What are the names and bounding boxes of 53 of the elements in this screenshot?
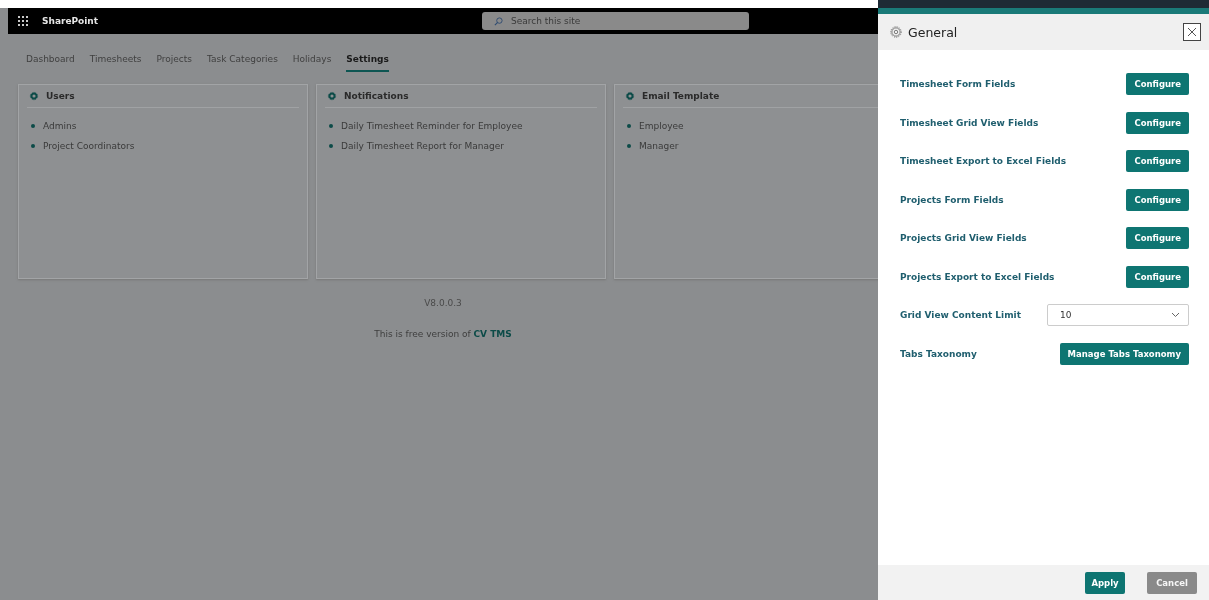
field-label: Grid View Content Limit: [900, 310, 1021, 321]
field-label: Projects Form Fields: [900, 194, 1004, 205]
field-label: Projects Grid View Fields: [900, 233, 1027, 244]
panel-title: General: [908, 24, 958, 40]
close-button[interactable]: [1183, 23, 1201, 41]
configure-button[interactable]: Configure: [1126, 150, 1189, 173]
apply-button[interactable]: Apply: [1085, 571, 1125, 594]
configure-button[interactable]: Configure: [1126, 111, 1189, 134]
bullet-icon: [31, 144, 35, 148]
product-link[interactable]: CV TMS: [473, 329, 512, 339]
app-name[interactable]: SharePoint: [42, 16, 99, 26]
field-label: Timesheet Form Fields: [900, 79, 1016, 90]
app-launcher-icon[interactable]: [18, 16, 28, 26]
field-label: Tabs Taxonomy: [900, 348, 977, 359]
card-link[interactable]: Employee: [639, 121, 684, 131]
nav-tab[interactable]: Dashboard: [26, 54, 75, 72]
field-label: Timesheet Export to Excel Fields: [900, 156, 1067, 167]
dropdown-field[interactable]: 10: [1047, 304, 1189, 327]
nav-tab[interactable]: Projects: [156, 54, 193, 72]
version-text: V8.0.0.3: [424, 298, 462, 308]
gear-icon: [327, 91, 337, 101]
card-title: Users: [46, 91, 75, 101]
card-link[interactable]: Daily Timesheet Reminder for Employee: [341, 121, 523, 131]
nav-tab[interactable]: Holidays: [292, 54, 332, 72]
field-label: Timesheet Grid View Fields: [900, 117, 1039, 128]
bullet-icon: [329, 124, 333, 128]
bullet-icon: [627, 144, 631, 148]
card-link[interactable]: Daily Timesheet Report for Manager: [341, 141, 504, 151]
gear-icon: [29, 91, 39, 101]
card-link[interactable]: Admins: [43, 121, 77, 131]
nav-tab[interactable]: Settings: [346, 54, 389, 72]
settings-icon: [890, 26, 902, 38]
free-version-note: This is free version of CV TMS: [374, 329, 512, 339]
configure-button[interactable]: Configure: [1126, 73, 1189, 96]
card-link[interactable]: Project Coordinators: [43, 141, 135, 151]
configure-button[interactable]: Configure: [1126, 188, 1189, 211]
chevron-down-icon: [1171, 312, 1180, 319]
close-icon: [1187, 27, 1197, 37]
bullet-icon: [329, 144, 333, 148]
nav-tab[interactable]: Timesheets: [89, 54, 142, 72]
bullet-icon: [31, 124, 35, 128]
field-label: Projects Export to Excel Fields: [900, 271, 1055, 282]
gear-icon: [625, 91, 635, 101]
search-icon: [494, 16, 503, 26]
nav-tab[interactable]: Task Categories: [207, 54, 278, 72]
card-title: Email Template: [642, 91, 720, 101]
bullet-icon: [627, 124, 631, 128]
card-link[interactable]: Manager: [639, 141, 679, 151]
configure-button[interactable]: Manage Tabs Taxonomy: [1059, 342, 1189, 365]
search-field[interactable]: Search this site: [482, 12, 749, 30]
configure-button[interactable]: Configure: [1126, 265, 1189, 288]
card-title: Notifications: [344, 91, 409, 101]
configure-button[interactable]: Configure: [1126, 227, 1189, 250]
